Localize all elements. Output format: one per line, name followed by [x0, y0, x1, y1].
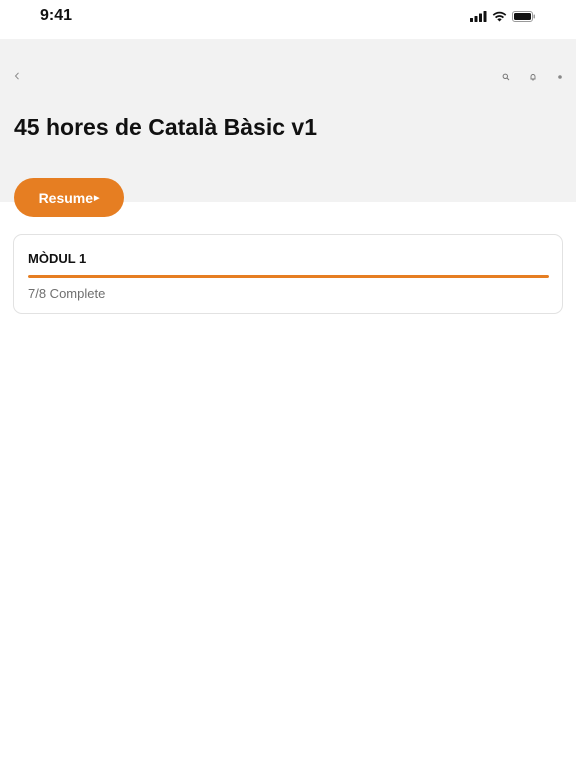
module-progress-bar — [28, 275, 549, 278]
bell-icon[interactable] — [528, 72, 538, 82]
module-progress-fill — [28, 275, 549, 278]
resume-button-label: Resume — [38, 189, 94, 206]
module-card[interactable]: MÒDUL 1 7/8 Complete — [13, 234, 563, 314]
status-bar: 9:41 — [0, 0, 576, 39]
module-status: 7/8 Complete — [28, 286, 106, 301]
wifi-icon — [492, 11, 507, 22]
cellular-signal-icon — [470, 11, 487, 22]
status-icons — [470, 11, 536, 22]
more-icon[interactable] — [555, 72, 565, 82]
status-time: 9:41 — [40, 7, 73, 24]
module-title: MÒDUL 1 — [28, 251, 87, 266]
battery-icon — [512, 11, 535, 22]
resume-button[interactable]: Resume ▶ — [14, 178, 124, 217]
search-icon[interactable] — [501, 72, 511, 82]
page-title: 45 hores de Català Bàsic v1 — [14, 114, 317, 140]
play-icon: ▶ — [94, 195, 100, 202]
chevron-left-icon[interactable] — [12, 71, 22, 83]
